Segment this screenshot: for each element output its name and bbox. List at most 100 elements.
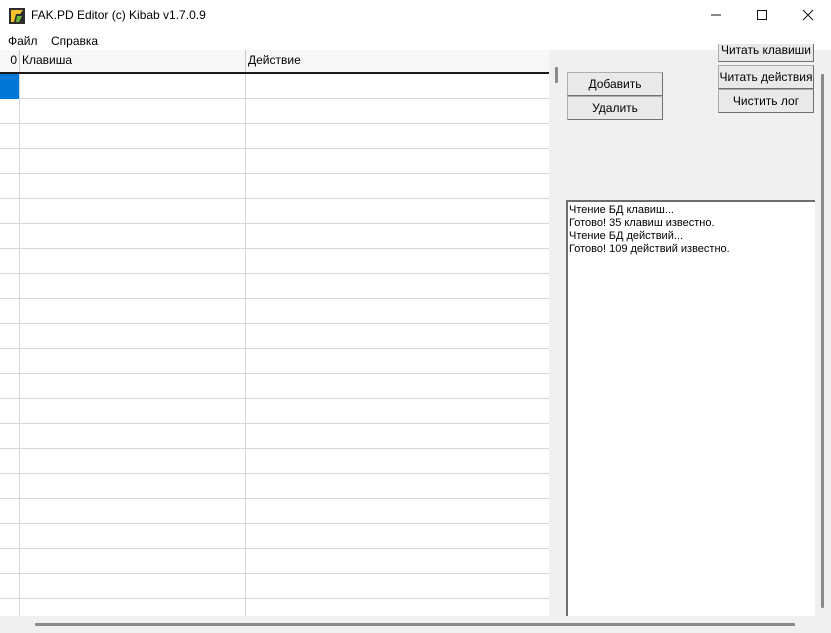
table-row[interactable] (0, 599, 549, 616)
key-cell[interactable] (20, 149, 246, 174)
action-cell[interactable] (246, 574, 549, 599)
key-cell[interactable] (20, 99, 246, 124)
key-cell[interactable] (20, 249, 246, 274)
key-cell[interactable] (20, 349, 246, 374)
action-cell[interactable] (246, 224, 549, 249)
table-row[interactable] (0, 324, 549, 349)
key-cell[interactable] (20, 424, 246, 449)
delete-button[interactable]: Удалить (567, 96, 663, 120)
row-index-cell[interactable] (0, 149, 20, 174)
table-row[interactable] (0, 174, 549, 199)
table-row[interactable] (0, 349, 549, 374)
action-cell[interactable] (246, 599, 549, 616)
row-index-cell[interactable] (0, 399, 20, 424)
read-actions-button[interactable]: Читать действия (718, 65, 814, 89)
table-row[interactable] (0, 249, 549, 274)
window-horizontal-scrollbar[interactable] (0, 616, 831, 633)
table-row[interactable] (0, 99, 549, 124)
key-cell[interactable] (20, 524, 246, 549)
action-cell[interactable] (246, 74, 549, 99)
row-index-cell[interactable] (0, 449, 20, 474)
row-index-cell[interactable] (0, 299, 20, 324)
key-cell[interactable] (20, 124, 246, 149)
action-cell[interactable] (246, 499, 549, 524)
window-scroll-thumb[interactable] (821, 74, 824, 608)
key-cell[interactable] (20, 299, 246, 324)
key-cell[interactable] (20, 599, 246, 616)
action-cell[interactable] (246, 249, 549, 274)
grid-vertical-scrollbar[interactable] (549, 50, 566, 616)
key-cell[interactable] (20, 224, 246, 249)
column-header-action[interactable]: Действие (246, 50, 549, 72)
table-row[interactable] (0, 449, 549, 474)
key-cell[interactable] (20, 274, 246, 299)
row-index-cell[interactable] (0, 199, 20, 224)
action-cell[interactable] (246, 274, 549, 299)
key-cell[interactable] (20, 174, 246, 199)
action-cell[interactable] (246, 99, 549, 124)
action-cell[interactable] (246, 149, 549, 174)
action-cell[interactable] (246, 399, 549, 424)
row-index-cell[interactable] (0, 599, 20, 616)
action-cell[interactable] (246, 374, 549, 399)
action-cell[interactable] (246, 324, 549, 349)
row-index-cell[interactable] (0, 99, 20, 124)
row-index-cell[interactable] (0, 324, 20, 349)
row-index-cell[interactable] (0, 124, 20, 149)
maximize-button[interactable] (739, 0, 785, 30)
key-cell[interactable] (20, 374, 246, 399)
grid-scroll-thumb[interactable] (555, 67, 558, 83)
log-textbox[interactable]: Чтение БД клавиш... Готово! 35 клавиш изв… (566, 200, 815, 616)
action-cell[interactable] (246, 524, 549, 549)
table-row[interactable] (0, 574, 549, 599)
table-row[interactable] (0, 374, 549, 399)
action-cell[interactable] (246, 174, 549, 199)
action-cell[interactable] (246, 549, 549, 574)
read-keys-button[interactable]: Читать клавиши (718, 44, 814, 62)
menu-file[interactable]: Файл (8, 34, 38, 48)
row-index-cell[interactable] (0, 249, 20, 274)
menu-help[interactable]: Справка (51, 34, 98, 48)
row-index-cell[interactable] (0, 349, 20, 374)
key-cell[interactable] (20, 474, 246, 499)
table-row[interactable] (0, 199, 549, 224)
row-index-cell[interactable] (0, 499, 20, 524)
row-index-cell[interactable] (0, 424, 20, 449)
action-cell[interactable] (246, 474, 549, 499)
table-row[interactable] (0, 474, 549, 499)
table-row[interactable] (0, 74, 549, 99)
row-index-cell[interactable] (0, 474, 20, 499)
action-cell[interactable] (246, 124, 549, 149)
key-cell[interactable] (20, 399, 246, 424)
minimize-button[interactable] (693, 0, 739, 30)
column-header-key[interactable]: Клавиша (20, 50, 246, 72)
action-cell[interactable] (246, 199, 549, 224)
table-row[interactable] (0, 499, 549, 524)
bindings-grid[interactable]: 0 Клавиша Действие (0, 50, 549, 616)
action-cell[interactable] (246, 299, 549, 324)
table-row[interactable] (0, 549, 549, 574)
clear-log-button[interactable]: Чистить лог (718, 89, 814, 113)
row-index-cell[interactable] (0, 524, 20, 549)
row-index-cell[interactable] (0, 574, 20, 599)
table-row[interactable] (0, 524, 549, 549)
key-cell[interactable] (20, 449, 246, 474)
key-cell[interactable] (20, 499, 246, 524)
row-index-cell[interactable] (0, 174, 20, 199)
row-index-cell[interactable] (0, 274, 20, 299)
key-cell[interactable] (20, 74, 246, 99)
horizontal-scroll-thumb[interactable] (35, 623, 795, 626)
add-button[interactable]: Добавить (567, 72, 663, 96)
close-button[interactable] (785, 0, 831, 30)
table-row[interactable] (0, 274, 549, 299)
table-row[interactable] (0, 399, 549, 424)
key-cell[interactable] (20, 549, 246, 574)
row-index-cell[interactable] (0, 224, 20, 249)
window-vertical-scrollbar[interactable] (815, 50, 831, 616)
row-index-cell[interactable] (0, 74, 20, 99)
action-cell[interactable] (246, 424, 549, 449)
table-row[interactable] (0, 149, 549, 174)
table-row[interactable] (0, 124, 549, 149)
key-cell[interactable] (20, 324, 246, 349)
key-cell[interactable] (20, 574, 246, 599)
